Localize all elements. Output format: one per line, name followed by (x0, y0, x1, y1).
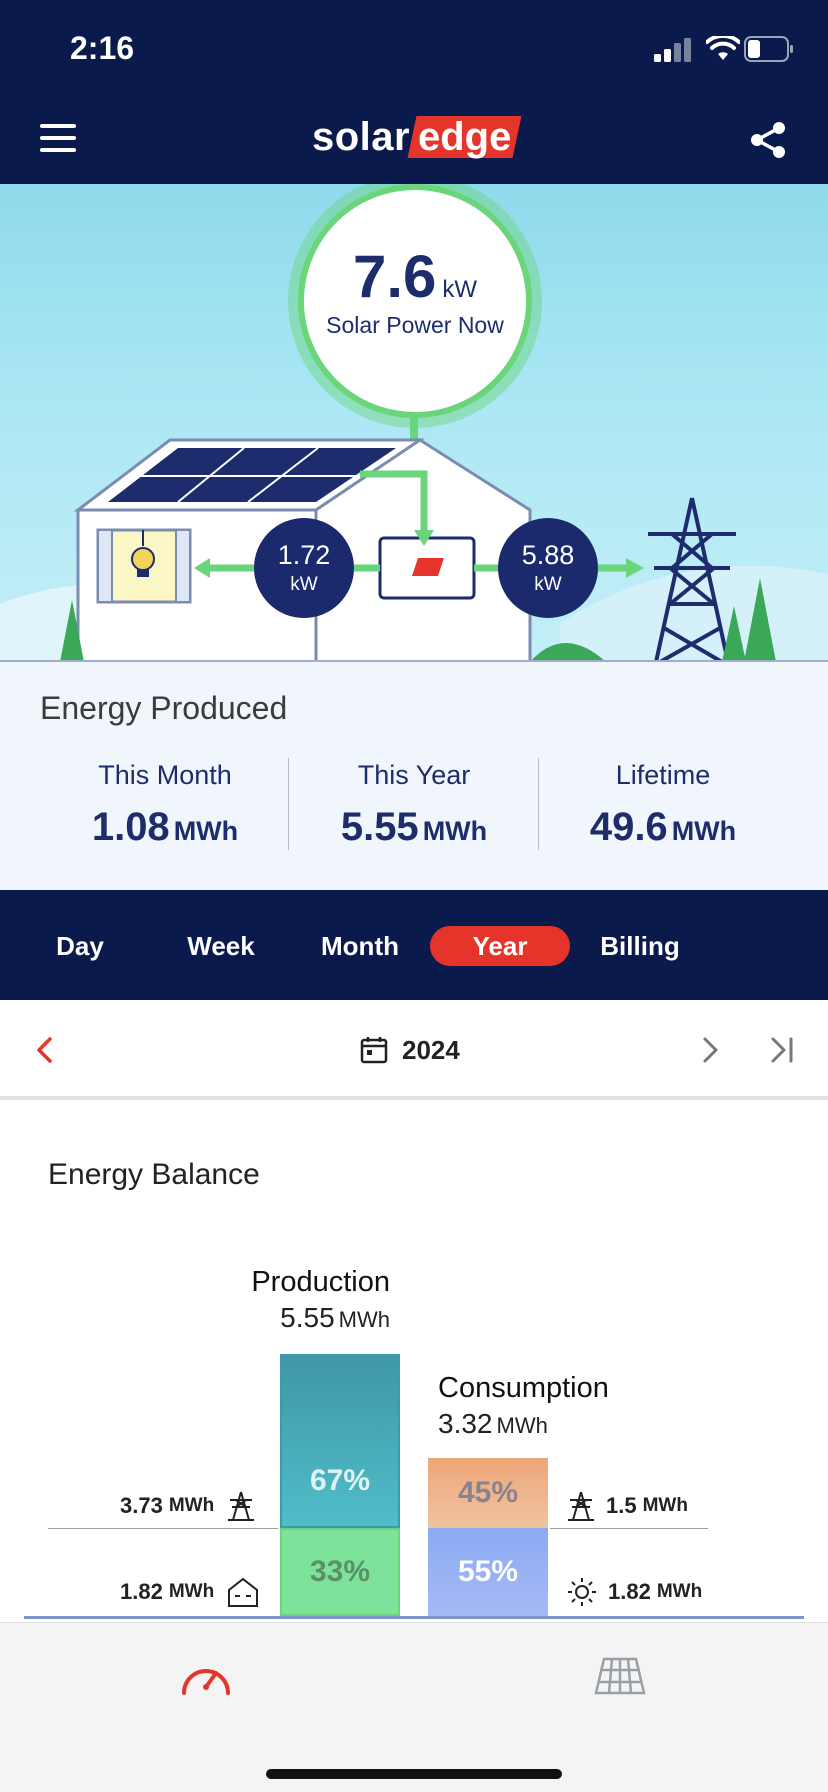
power-pylon-icon (228, 1491, 255, 1521)
solar-panel-layout-icon[interactable] (594, 1655, 646, 1697)
tab-billing[interactable]: Billing (590, 926, 690, 966)
date-picker[interactable]: 2024 (360, 1034, 460, 1066)
divider-line (550, 1528, 708, 1529)
power-pylon-icon (568, 1491, 594, 1521)
energy-flow-illustration: 7.6 kW Solar Power Now 1.72 kW 5.88 kW (0, 184, 828, 662)
grid-export-bubble: 5.88 kW (498, 518, 598, 618)
hamburger-menu-icon[interactable] (40, 124, 76, 152)
consumption-solar-segment: 55% (428, 1528, 548, 1616)
consumption-import-pct: 45% (457, 1476, 519, 1509)
house-icon (228, 1577, 259, 1607)
production-self-segment: 33% (280, 1528, 400, 1616)
date-label-text: 2024 (402, 1034, 460, 1065)
chevron-right-icon[interactable] (694, 1034, 726, 1066)
home-consumption-bubble: 1.72 kW (254, 518, 354, 618)
tab-year[interactable]: Year (430, 926, 570, 966)
sun-icon (568, 1578, 596, 1606)
exported-label: 3.73 MWh (120, 1490, 256, 1522)
date-navigation: 2024 (0, 1000, 828, 1100)
solar-power-unit: kW (442, 276, 478, 303)
tab-week[interactable]: Week (176, 926, 266, 966)
home-flow-unit: kW (290, 574, 318, 595)
consumption-solar-pct: 55% (457, 1555, 519, 1588)
chevron-left-icon[interactable] (30, 1034, 62, 1066)
period-tabs: Day Week Month Year Billing (0, 890, 828, 1000)
energy-produced-panel: Energy Produced This Month 1.08 MWh This … (0, 662, 828, 890)
tab-day[interactable]: Day (40, 926, 120, 966)
chart-baseline (24, 1616, 804, 1619)
consumption-import-segment: 45% (428, 1458, 548, 1528)
production-export-segment: 67% (280, 1354, 400, 1528)
status-time: 2:16 (70, 30, 135, 66)
status-bar: 2:16 (0, 0, 828, 90)
dashboard-gauge-icon[interactable] (178, 1653, 234, 1701)
stat-this-month: This Month 1.08 MWh (91, 760, 239, 849)
solar-power-label: Solar Power Now (326, 312, 504, 338)
energy-balance-chart: Production 5.55 MWh Consumption 3.32 MWh 6… (0, 1240, 828, 1620)
production-export-pct: 67% (309, 1464, 371, 1497)
grid-flow-unit: kW (534, 574, 562, 595)
divider-line (48, 1528, 278, 1529)
solar-power-now-gauge: 7.6 kW Solar Power Now (298, 184, 532, 418)
solar-consumed-label: 1.82 MWh (566, 1576, 702, 1608)
energy-produced-title: Energy Produced (40, 690, 288, 726)
solar-power-value: 7.6 (352, 243, 437, 310)
energy-balance-title: Energy Balance (48, 1158, 260, 1191)
stat-this-year: This Year 5.55 MWh (340, 760, 488, 849)
self-consumed-label: 1.82 MWh (120, 1576, 260, 1608)
consumption-total: 3.32 MWh (438, 1408, 548, 1439)
production-self-pct: 33% (309, 1555, 371, 1588)
solaredge-logo: solar edge (312, 114, 522, 160)
imported-label: 1.5 MWh (566, 1490, 688, 1522)
home-indicator[interactable] (266, 1769, 562, 1779)
bottom-navigation (0, 1622, 828, 1792)
consumption-title: Consumption (438, 1372, 609, 1404)
share-icon[interactable] (748, 120, 788, 160)
app-header: solar edge (0, 90, 828, 184)
production-total: 5.55 MWh (280, 1302, 390, 1333)
production-title: Production (251, 1266, 390, 1298)
stat-lifetime: Lifetime 49.6 MWh (589, 760, 737, 849)
calendar-icon (360, 1037, 388, 1064)
battery-icon (744, 36, 793, 62)
tab-month[interactable]: Month (306, 926, 414, 966)
grid-flow-value: 5.88 (521, 540, 575, 570)
skip-to-end-icon[interactable] (766, 1034, 798, 1066)
wifi-icon (706, 36, 740, 60)
home-flow-value: 1.72 (277, 540, 331, 570)
cell-signal-icon (654, 38, 691, 62)
